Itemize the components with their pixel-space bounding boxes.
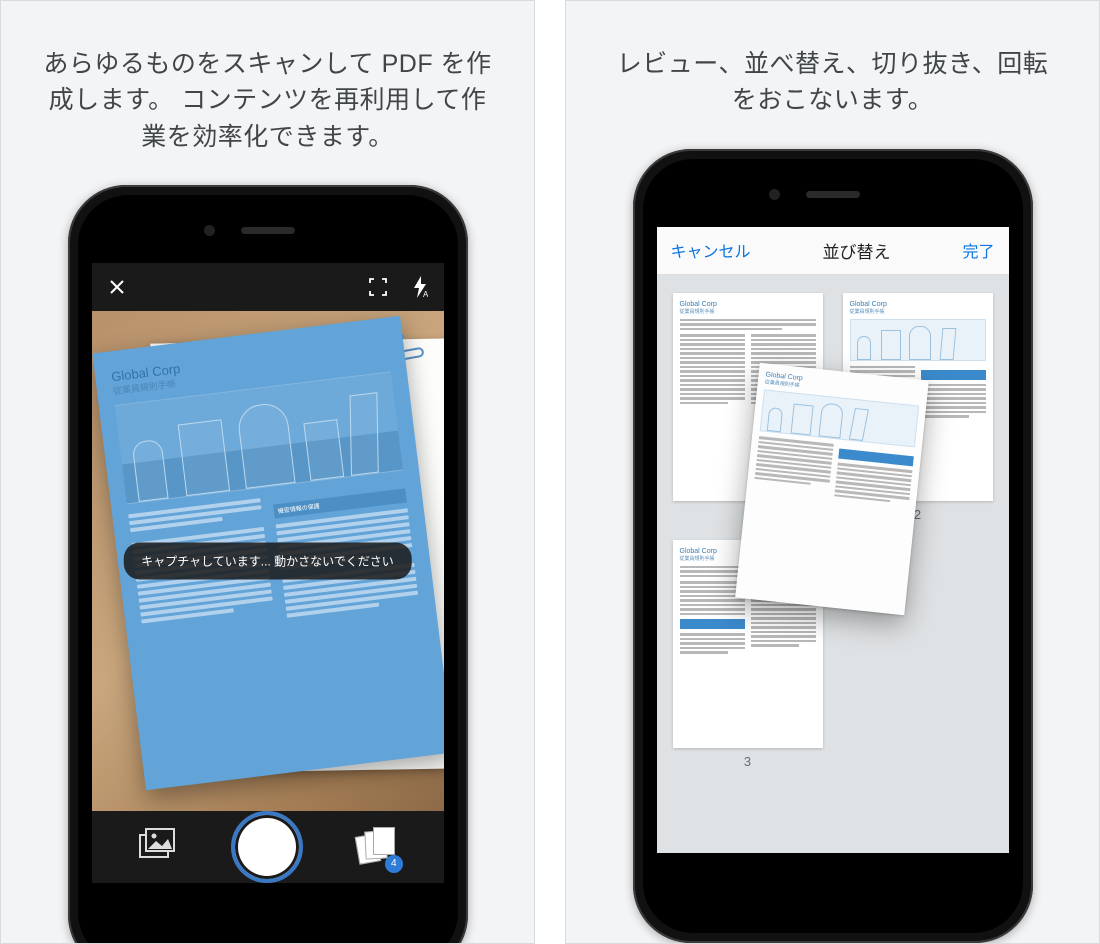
phone-frame-right: キャンセル 並び替え 完了 Global Corp 従業員規則手帳	[633, 149, 1033, 944]
phone-speaker	[806, 191, 860, 198]
camera-bottom-bar: 4	[92, 811, 444, 883]
reorder-navbar: キャンセル 並び替え 完了	[657, 227, 1009, 275]
pages-count-badge: 4	[385, 855, 403, 873]
auto-capture-icon[interactable]	[368, 277, 388, 297]
phone-front-camera	[769, 189, 780, 200]
shutter-button[interactable]	[231, 811, 303, 883]
cancel-button[interactable]: キャンセル	[671, 238, 751, 262]
camera-top-bar: A	[92, 263, 444, 311]
phone-speaker	[241, 227, 295, 234]
navbar-title: 並び替え	[823, 238, 891, 263]
phone-front-camera	[204, 225, 215, 236]
thumb-illustration	[850, 319, 986, 361]
gallery-icon[interactable]	[138, 827, 178, 867]
reorder-screen: キャンセル 並び替え 完了 Global Corp 従業員規則手帳	[657, 227, 1009, 854]
dragging-page-thumb[interactable]: Global Corp 従業員規則手帳	[735, 362, 929, 615]
promo-panel-reorder: レビュー、並べ替え、切り抜き、回転をおこないます。 キャンセル 並び替え 完了 …	[565, 0, 1100, 944]
capture-status-toast: キャプチャしています... 動かさないでください	[123, 542, 412, 579]
phone-frame-left: A Global Corp 従業員規則手帳	[68, 185, 468, 944]
flash-icon[interactable]: A	[412, 276, 428, 298]
promo-panel-scan: あらゆるものをスキャンして PDF を作成します。 コンテンツを再利用して作業を…	[0, 0, 535, 944]
scan-screen: A Global Corp 従業員規則手帳	[92, 263, 444, 883]
scanned-pages-icon[interactable]: 4	[357, 827, 397, 867]
reorder-grid-area: Global Corp 従業員規則手帳	[657, 275, 1009, 854]
svg-text:A: A	[423, 290, 428, 298]
done-button[interactable]: 完了	[962, 238, 994, 262]
page-number: 3	[673, 754, 823, 769]
close-icon[interactable]	[108, 278, 126, 296]
camera-viewfinder: Global Corp 従業員規則手帳	[92, 311, 444, 811]
headline-scan: あらゆるものをスキャンして PDF を作成します。 コンテンツを再利用して作業を…	[1, 1, 534, 185]
headline-reorder: レビュー、並べ替え、切り抜き、回転をおこないます。	[566, 1, 1099, 149]
